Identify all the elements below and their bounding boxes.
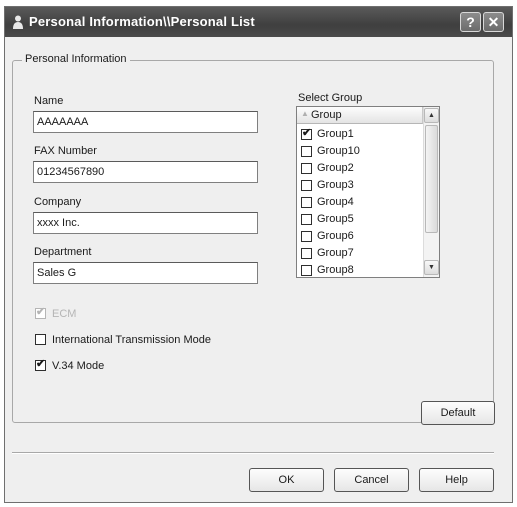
group-label: Group5 — [317, 213, 354, 225]
title-bar[interactable]: Personal Information\\Personal List ? ✕ — [5, 7, 512, 37]
window-title: Personal Information\\Personal List — [29, 14, 255, 29]
sort-icon: ▲ — [301, 109, 309, 118]
separator — [12, 452, 494, 454]
group-title: Personal Information — [22, 53, 130, 65]
list-item[interactable]: Group3 — [301, 178, 421, 194]
name-label: Name — [34, 95, 64, 107]
group-column-header[interactable]: ▲ Group — [297, 107, 423, 124]
checkmark-icon: ✔ — [302, 127, 312, 139]
group-label: Group10 — [317, 145, 360, 157]
scroll-thumb[interactable] — [425, 125, 438, 233]
v34-mode-checkbox[interactable]: ✔ — [35, 358, 46, 371]
group-checkbox[interactable] — [301, 197, 312, 208]
group-checkbox[interactable] — [301, 180, 312, 191]
scroll-down-arrow-icon[interactable]: ▼ — [424, 260, 439, 275]
group-label: Group2 — [317, 162, 354, 174]
list-item[interactable]: Group8 — [301, 263, 421, 277]
list-item[interactable]: Group7 — [301, 246, 421, 262]
ecm-label: ECM — [52, 308, 77, 320]
group-checkbox[interactable]: ✔ — [301, 127, 312, 140]
list-item[interactable]: ✔ Group1 — [301, 127, 421, 143]
department-field[interactable]: Sales G — [33, 262, 258, 284]
checkmark-icon: ✔ — [36, 306, 46, 318]
group-label: Group6 — [317, 230, 354, 242]
v34-mode-label: V.34 Mode — [52, 360, 105, 372]
person-icon — [13, 15, 23, 29]
company-label: Company — [34, 196, 82, 208]
group-checkbox[interactable] — [301, 231, 312, 242]
scroll-up-arrow-icon[interactable]: ▲ — [424, 108, 439, 123]
default-button[interactable]: Default — [421, 401, 495, 425]
list-item[interactable]: Group4 — [301, 195, 421, 211]
fax-number-label: FAX Number — [34, 145, 97, 157]
fax-number-field[interactable]: 01234567890 — [33, 161, 258, 183]
checkmark-icon: ✔ — [36, 358, 46, 370]
group-listbox[interactable]: ▲ Group ✔ Group1 Group10 Group2 Group3 Group4… — [296, 106, 440, 278]
help-title-button[interactable]: ? — [460, 12, 481, 32]
group-label: Group8 — [317, 264, 354, 276]
company-field[interactable]: xxxx Inc. — [33, 212, 258, 234]
list-item[interactable]: Group5 — [301, 212, 421, 228]
close-icon: ✕ — [487, 14, 500, 30]
ok-button[interactable]: OK — [249, 468, 324, 492]
name-field[interactable]: AAAAAAA — [33, 111, 258, 133]
group-label: Group1 — [317, 128, 354, 140]
international-transmission-label: International Transmission Mode — [52, 334, 211, 346]
group-label: Group4 — [317, 196, 354, 208]
group-column-label: Group — [311, 109, 342, 121]
group-checkbox[interactable] — [301, 248, 312, 259]
list-scrollbar[interactable]: ▲ ▼ — [423, 107, 439, 277]
close-button[interactable]: ✕ — [483, 12, 504, 32]
group-checkbox[interactable] — [301, 214, 312, 225]
group-label: Group7 — [317, 247, 354, 259]
group-checkbox[interactable] — [301, 146, 312, 157]
select-group-label: Select Group — [298, 92, 363, 104]
international-transmission-checkbox[interactable] — [35, 334, 46, 345]
list-item[interactable]: Group2 — [301, 161, 421, 177]
cancel-button[interactable]: Cancel — [334, 468, 409, 492]
list-item[interactable]: Group6 — [301, 229, 421, 245]
department-label: Department — [34, 246, 92, 258]
help-button[interactable]: Help — [419, 468, 494, 492]
ecm-checkbox: ✔ — [35, 306, 46, 319]
group-label: Group3 — [317, 179, 354, 191]
group-checkbox[interactable] — [301, 265, 312, 276]
list-item[interactable]: Group10 — [301, 144, 421, 160]
group-checkbox[interactable] — [301, 163, 312, 174]
